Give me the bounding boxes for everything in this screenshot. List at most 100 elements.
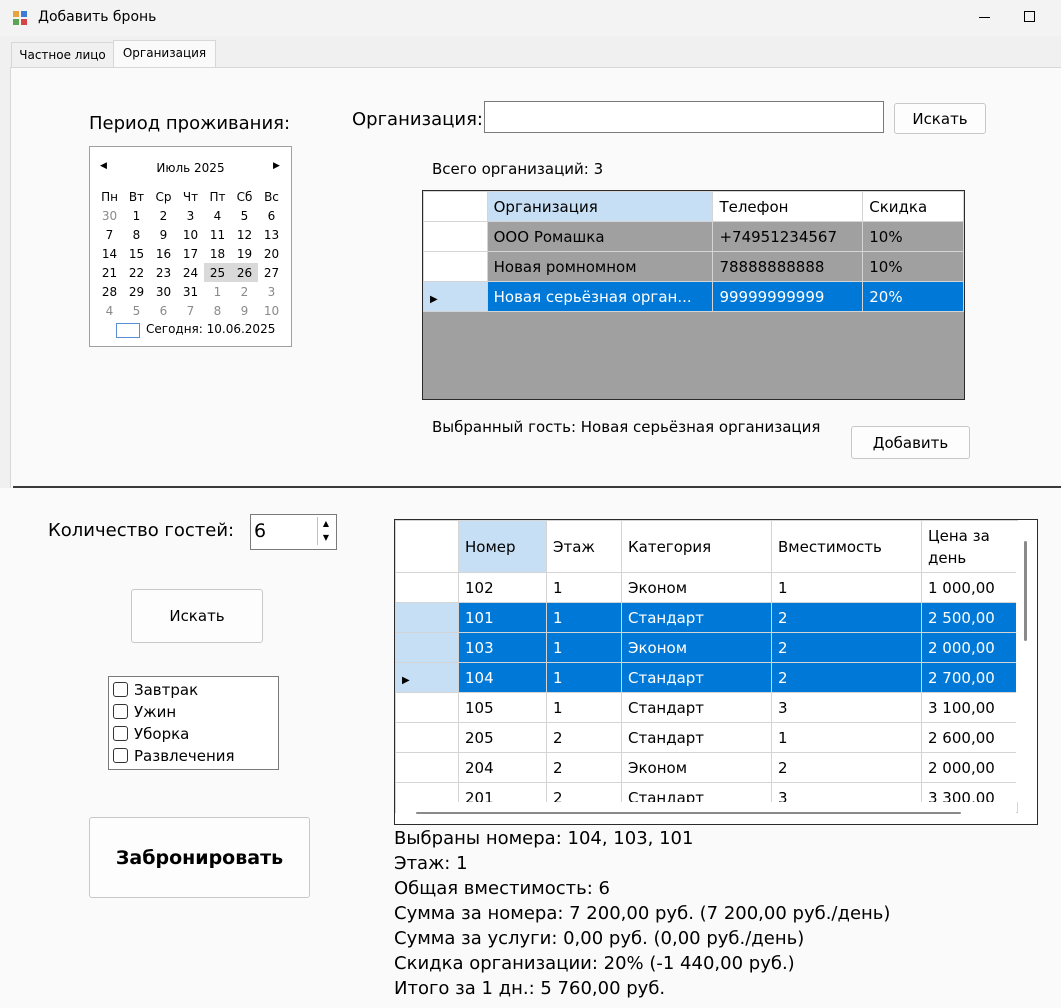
table-cell[interactable]: ООО Ромашка: [486, 221, 714, 252]
table-cell[interactable]: Эконом: [621, 632, 772, 663]
column-header[interactable]: Организация: [486, 191, 714, 222]
calendar-day[interactable]: 17: [177, 244, 204, 263]
service-breakfast[interactable]: Завтрак: [113, 679, 198, 701]
book-button[interactable]: Забронировать: [89, 817, 310, 898]
calendar-day[interactable]: 5: [123, 301, 150, 320]
calendar-day[interactable]: 4: [96, 301, 123, 320]
row-header[interactable]: [395, 572, 459, 603]
rooms-grid[interactable]: Номер Этаж Категория Вместимость Цена за ден…: [394, 519, 1038, 825]
calendar-day[interactable]: 18: [204, 244, 231, 263]
table-cell[interactable]: 1: [546, 692, 622, 723]
table-cell[interactable]: Стандарт: [621, 722, 772, 753]
calendar-day[interactable]: 6: [258, 206, 285, 225]
horizontal-scroll-thumb[interactable]: [416, 812, 961, 814]
row-header[interactable]: [395, 632, 459, 663]
calendar-days-grid[interactable]: Пн Вт Ср Чт Пт Сб Вс 30 1 2 3 4 5 6 7 8 9 10 11 12 13 14 15 16 1…: [96, 187, 285, 320]
table-row[interactable]: ▶ Новая серьёзная орган... 99999999999 20%: [423, 281, 964, 312]
checkbox-icon[interactable]: [113, 682, 128, 697]
table-cell[interactable]: 205: [458, 722, 547, 753]
calendar-day[interactable]: 10: [177, 225, 204, 244]
table-cell[interactable]: 10%: [862, 221, 964, 252]
table-cell[interactable]: 204: [458, 752, 547, 783]
table-cell[interactable]: 1: [771, 572, 922, 603]
calendar-day[interactable]: 11: [204, 225, 231, 244]
table-cell[interactable]: 78888888888: [712, 251, 864, 282]
table-row[interactable]: 204 2 Эконом 2 2 000,00: [395, 752, 1018, 783]
column-header[interactable]: Вместимость: [771, 520, 922, 573]
row-header[interactable]: [395, 692, 459, 723]
row-header[interactable]: [423, 251, 488, 282]
table-cell[interactable]: 99999999999: [712, 281, 864, 312]
table-cell[interactable]: 1: [546, 572, 622, 603]
table-cell[interactable]: 2: [771, 632, 922, 663]
table-row[interactable]: 102 1 Эконом 1 1 000,00: [395, 572, 1018, 603]
calendar-month-title[interactable]: Июль 2025: [90, 161, 291, 175]
table-cell[interactable]: Эконом: [621, 572, 772, 603]
checkbox-icon[interactable]: [113, 726, 128, 741]
table-cell[interactable]: 2 500,00: [921, 602, 1018, 633]
table-cell[interactable]: 105: [458, 692, 547, 723]
calendar-day[interactable]: 7: [96, 225, 123, 244]
table-row[interactable]: ООО Ромашка +74951234567 10%: [423, 221, 964, 252]
rooms-search-button[interactable]: Искать: [131, 589, 263, 643]
table-cell[interactable]: 1: [546, 662, 622, 693]
calendar-day[interactable]: 2: [231, 282, 258, 301]
table-cell[interactable]: 2: [546, 752, 622, 783]
table-cell[interactable]: +74951234567: [712, 221, 864, 252]
table-cell[interactable]: 2: [546, 722, 622, 753]
table-cell[interactable]: Стандарт: [621, 662, 772, 693]
table-row[interactable]: 101 1 Стандарт 2 2 500,00: [395, 602, 1018, 633]
organization-search-input[interactable]: [484, 101, 884, 133]
rooms-horizontal-scrollbar[interactable]: [396, 802, 1016, 822]
calendar-day[interactable]: 9: [231, 301, 258, 320]
calendar-day[interactable]: 3: [258, 282, 285, 301]
table-cell[interactable]: 103: [458, 632, 547, 663]
table-cell[interactable]: Новая ромномном: [486, 251, 714, 282]
guests-count-stepper[interactable]: 6 ▲ ▼: [250, 514, 337, 550]
table-cell[interactable]: 2 600,00: [921, 722, 1018, 753]
row-header[interactable]: [395, 722, 459, 753]
table-cell[interactable]: Новая серьёзная орган...: [486, 281, 714, 312]
table-cell[interactable]: 10%: [862, 251, 964, 282]
row-header[interactable]: ▶: [423, 281, 488, 312]
tab-private-person[interactable]: Частное лицо: [11, 42, 114, 68]
calendar-day[interactable]: 13: [258, 225, 285, 244]
calendar-day[interactable]: 12: [231, 225, 258, 244]
minimize-button[interactable]: [965, 0, 1005, 36]
table-cell[interactable]: 3: [771, 692, 922, 723]
stepper-down-icon[interactable]: ▼: [318, 531, 334, 545]
calendar-day[interactable]: 27: [258, 263, 285, 282]
table-cell[interactable]: 2: [771, 662, 922, 693]
guests-count-value[interactable]: 6: [254, 520, 266, 542]
month-calendar[interactable]: ◀ Июль 2025 ▶ Пн Вт Ср Чт Пт Сб Вс 30 1 2 3 4 5 6 7 8 9 1…: [89, 146, 292, 347]
table-cell[interactable]: Эконом: [621, 752, 772, 783]
calendar-day[interactable]: 26: [231, 263, 258, 282]
calendar-day[interactable]: 30: [96, 206, 123, 225]
calendar-day[interactable]: 7: [177, 301, 204, 320]
calendar-day[interactable]: 22: [123, 263, 150, 282]
table-cell[interactable]: 2 000,00: [921, 752, 1018, 783]
service-entertainment[interactable]: Развлечения: [113, 745, 235, 767]
calendar-day[interactable]: 8: [123, 225, 150, 244]
table-row[interactable]: Новая ромномном 78888888888 10%: [423, 251, 964, 282]
calendar-day[interactable]: 3: [177, 206, 204, 225]
calendar-day[interactable]: 5: [231, 206, 258, 225]
column-header[interactable]: Скидка: [862, 191, 964, 222]
next-month-icon[interactable]: ▶: [273, 161, 280, 171]
table-cell[interactable]: 2: [771, 752, 922, 783]
calendar-day[interactable]: 15: [123, 244, 150, 263]
calendar-day[interactable]: 29: [123, 282, 150, 301]
column-header[interactable]: Номер: [458, 520, 547, 573]
service-cleaning[interactable]: Уборка: [113, 723, 189, 745]
calendar-day[interactable]: 23: [150, 263, 177, 282]
calendar-day[interactable]: 6: [150, 301, 177, 320]
table-row[interactable]: 105 1 Стандарт 3 3 100,00: [395, 692, 1018, 723]
stepper-up-icon[interactable]: ▲: [318, 517, 334, 531]
column-header[interactable]: Цена за день: [921, 520, 1018, 573]
row-header[interactable]: [395, 752, 459, 783]
table-cell[interactable]: 2 000,00: [921, 632, 1018, 663]
service-dinner[interactable]: Ужин: [113, 701, 176, 723]
calendar-day[interactable]: 1: [123, 206, 150, 225]
row-header[interactable]: [395, 602, 459, 633]
table-cell[interactable]: 2: [771, 602, 922, 633]
